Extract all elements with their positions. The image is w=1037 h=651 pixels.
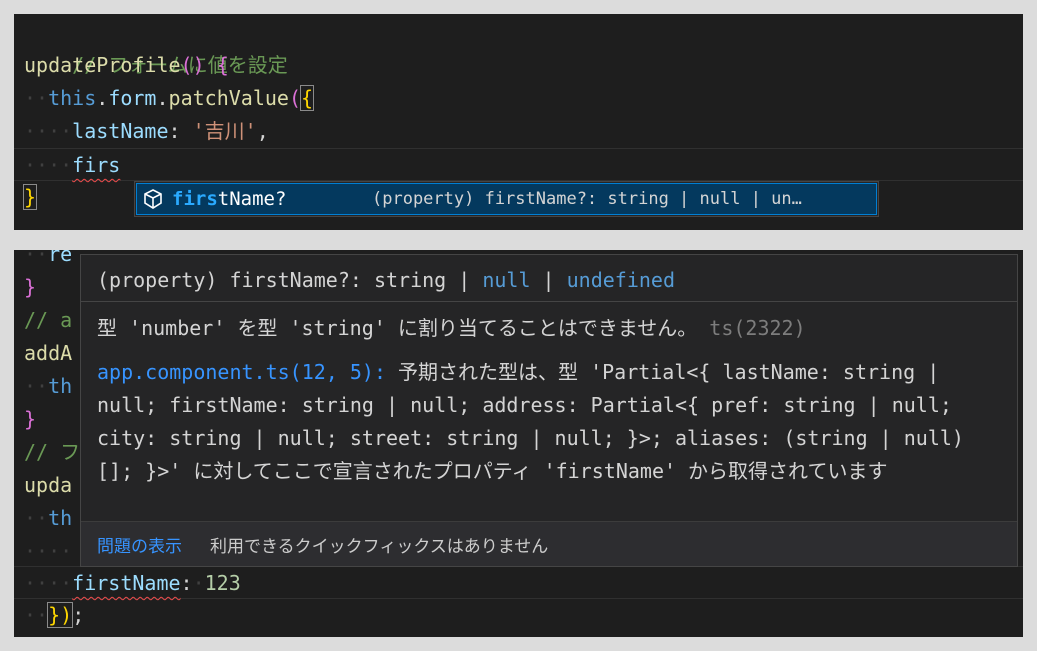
error-text: 型 'number' を型 'string' に割り当てることはできません。 xyxy=(97,316,698,340)
open-paren: ( xyxy=(288,86,301,110)
undefined-keyword: undefined xyxy=(566,268,676,292)
firstname-key: firstName xyxy=(72,571,181,595)
this-keyword: this xyxy=(48,86,97,110)
method-fragment: addA xyxy=(24,341,73,365)
view-problem-link[interactable]: 問題の表示 xyxy=(97,532,182,557)
firstname-value: 123 xyxy=(204,571,241,595)
code-line-4: addA xyxy=(24,337,72,370)
code-line-typing[interactable]: ····firs xyxy=(14,148,1023,181)
code-line-patch: ··this.form.patchValue({ xyxy=(24,85,315,111)
code-line-lastname: ····lastName: '吉川', xyxy=(24,119,269,143)
close-brace: } xyxy=(24,275,37,299)
typed-identifier: firs xyxy=(72,153,121,177)
error-code: ts(2322) xyxy=(709,316,806,340)
method-fragment: upda xyxy=(24,473,73,497)
suggest-detail: (property) firstName?: string | null | u… xyxy=(372,189,802,209)
suggest-widget[interactable]: firstName? (property) firstName?: string… xyxy=(134,181,879,217)
code-line-close: } xyxy=(22,181,38,214)
method-open-brace: { xyxy=(216,53,229,77)
code-line-1: ··re xyxy=(24,250,72,271)
form-prop: form xyxy=(108,86,157,110)
code-line-6: } xyxy=(24,403,36,436)
code-line-10: ···· xyxy=(24,539,73,563)
pipe: | xyxy=(542,268,555,292)
suggest-label-rest: tName? xyxy=(217,188,287,210)
open-object-brace: { xyxy=(299,85,315,111)
suggest-item-firstname[interactable]: firstName? (property) firstName?: string… xyxy=(136,183,877,215)
close-object-paren: }) xyxy=(47,602,74,628)
lastname-key: lastName xyxy=(72,119,169,143)
code-line-9: ··th xyxy=(24,506,73,530)
dot: . xyxy=(96,86,109,110)
this-fragment: th xyxy=(48,374,73,398)
no-quickfix-text: 利用できるクイックフィックスはありません xyxy=(210,536,549,557)
code-line-close-call: ··}); xyxy=(24,602,85,628)
code-fragment: re xyxy=(48,250,73,266)
editor-bottom-panel[interactable]: ··re } // a addA ··th } // フ upda ··th ·… xyxy=(14,250,1023,637)
comment-fragment: // フ xyxy=(24,440,81,464)
close-brace: } xyxy=(22,184,38,210)
code-line-5: ··th xyxy=(24,374,73,398)
hover-status-bar: 問題の表示 利用できるクイックフィックスはありません xyxy=(81,521,1017,566)
code-line-7: // フ xyxy=(24,436,80,469)
cube-icon xyxy=(140,186,166,212)
comma: , xyxy=(256,119,269,143)
method-parens: () xyxy=(180,53,205,77)
colon: : xyxy=(168,119,181,143)
code-line-method: updateProfile() { xyxy=(24,49,229,82)
error-message: 型 'number' を型 'string' に割り当てることはできません。 t… xyxy=(97,310,806,346)
close-brace: } xyxy=(24,407,37,431)
code-line-firstname[interactable]: ····firstName:·123 xyxy=(14,566,1023,599)
hover-signature: (property) firstName?: string | null | u… xyxy=(97,263,675,297)
related-info: app.component.ts(12, 5): 予期された型は、型 'Part… xyxy=(97,356,997,488)
code-line-3: // a xyxy=(24,304,72,337)
colon: : xyxy=(180,571,193,595)
editor-top-panel[interactable]: // フォームに値を設定 updateProfile() { ··this.fo… xyxy=(14,14,1023,230)
suggest-label-match: firs xyxy=(172,188,218,210)
code-line-8: upda xyxy=(24,469,72,502)
this-fragment: th xyxy=(48,506,73,530)
dot: . xyxy=(156,86,169,110)
lastname-value: '吉川' xyxy=(192,119,257,143)
code-line-comment: // フォームに値を設定 xyxy=(24,16,288,77)
semicolon: ; xyxy=(72,603,85,627)
signature-text: (property) firstName?: string xyxy=(97,268,459,292)
suggest-label: firstName? xyxy=(172,188,372,210)
hover-widget[interactable]: (property) firstName?: string | null | u… xyxy=(80,254,1018,567)
method-name: updateProfile xyxy=(24,53,181,77)
comment-fragment: // a xyxy=(24,308,73,332)
hover-divider xyxy=(81,301,1017,302)
null-keyword: null xyxy=(482,268,531,292)
related-location-link[interactable]: app.component.ts(12, 5): xyxy=(97,360,386,384)
code-line-2: } xyxy=(24,271,36,304)
patch-value-call: patchValue xyxy=(168,86,289,110)
pipe: | xyxy=(458,268,471,292)
